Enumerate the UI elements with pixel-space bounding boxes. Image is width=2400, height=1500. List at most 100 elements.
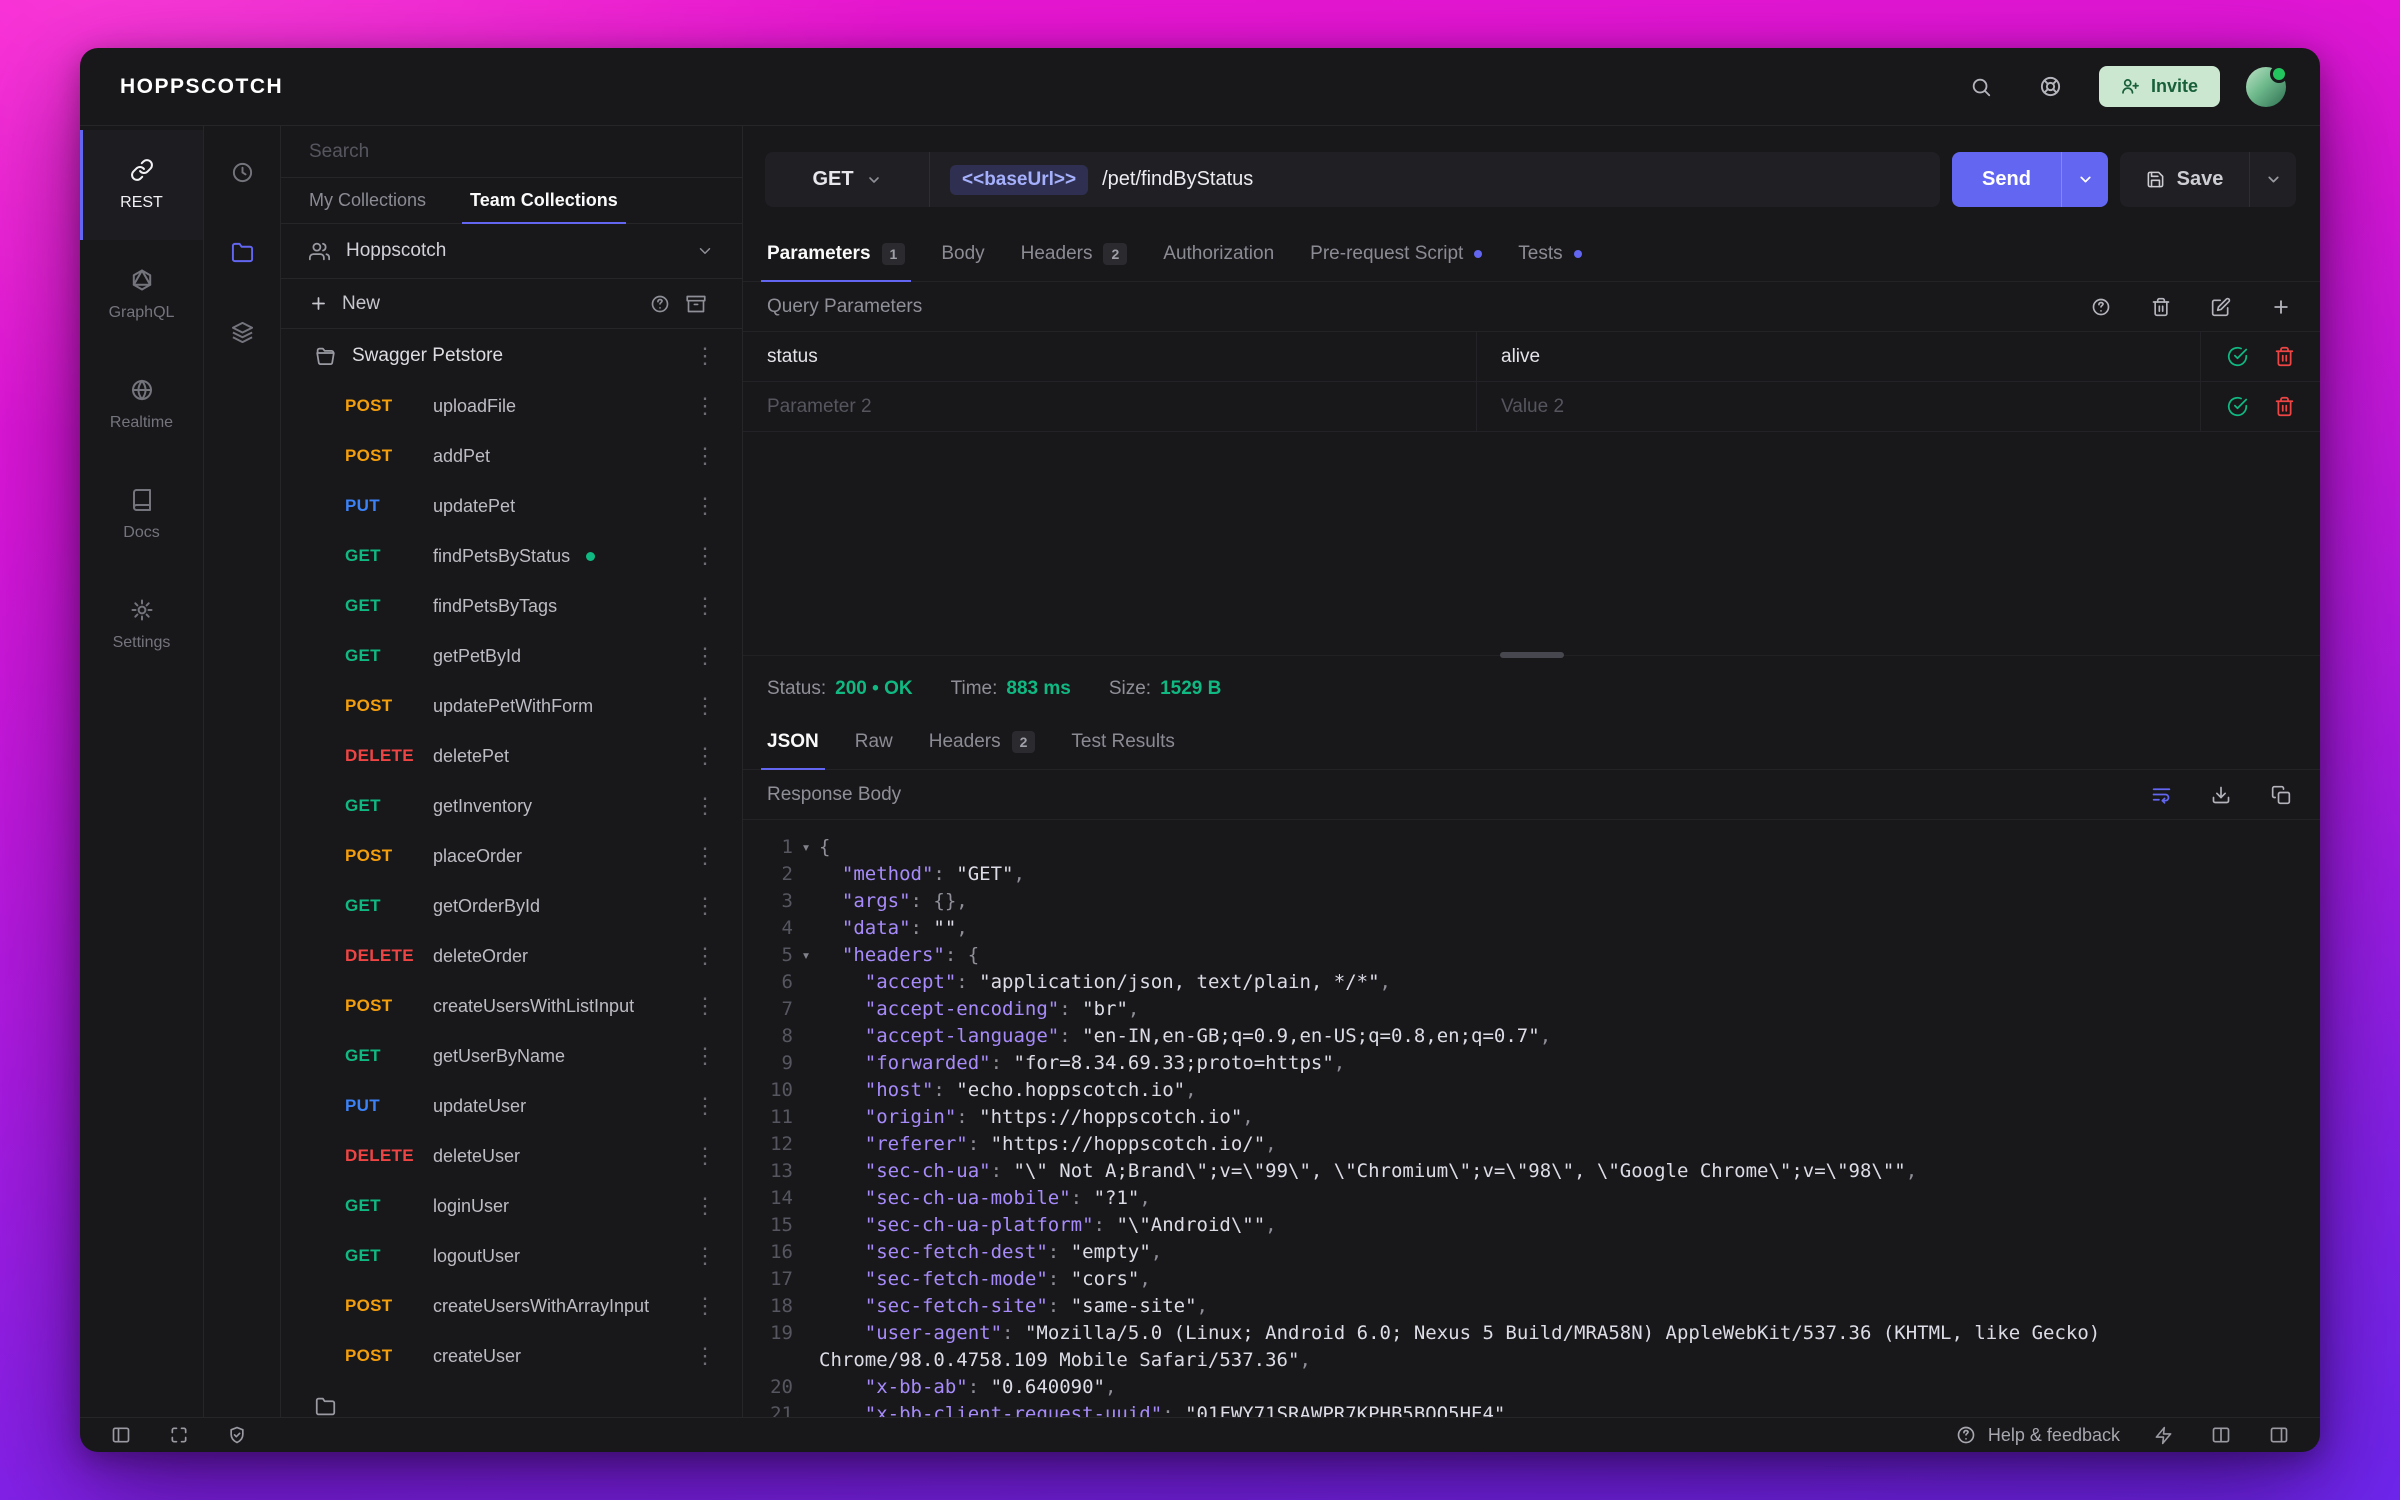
- url-input[interactable]: <<baseUrl>> /pet/findByStatus: [930, 152, 1940, 207]
- request-item[interactable]: GET getInventory ⋮: [281, 781, 742, 831]
- request-options-button[interactable]: ⋮: [688, 1241, 722, 1271]
- request-item[interactable]: PUT updateUser ⋮: [281, 1081, 742, 1131]
- params-bulk-edit-button[interactable]: [2206, 292, 2236, 322]
- import-export-button[interactable]: [678, 286, 714, 322]
- interceptor-button[interactable]: [222, 1420, 252, 1450]
- request-item[interactable]: POST updatePetWithForm ⋮: [281, 681, 742, 731]
- param-active-toggle-icon[interactable]: [2227, 346, 2248, 367]
- tab-my-collections[interactable]: My Collections: [287, 178, 448, 223]
- response-body-editor[interactable]: 1 ▾ { 2 "method": "GET", 3 "args": {}, 4…: [743, 820, 2320, 1417]
- shortcuts-button[interactable]: [2148, 1420, 2178, 1450]
- collections-help-button[interactable]: [642, 286, 678, 322]
- collections-search-input[interactable]: [309, 140, 714, 163]
- param-delete-icon[interactable]: [2274, 396, 2295, 417]
- params-clear-all-button[interactable]: [2146, 292, 2176, 322]
- param-key[interactable]: Parameter 2: [743, 382, 1477, 431]
- tab-team-collections[interactable]: Team Collections: [448, 178, 640, 224]
- tab[interactable]: Tests: [1500, 227, 1599, 281]
- avatar[interactable]: [2246, 64, 2288, 107]
- sidebar-item-settings[interactable]: Settings: [80, 570, 203, 680]
- toggle-right-panel-button[interactable]: [2264, 1420, 2294, 1450]
- history-rail-button[interactable]: [222, 152, 262, 192]
- sidebar-item-realtime[interactable]: Realtime: [80, 350, 203, 460]
- sidebar-item-graphql[interactable]: GraphQL: [80, 240, 203, 350]
- fold-arrow-icon[interactable]: ▾: [793, 834, 819, 861]
- request-options-button[interactable]: ⋮: [688, 1041, 722, 1071]
- base-url-chip[interactable]: <<baseUrl>>: [950, 164, 1089, 195]
- collections-rail-button[interactable]: [222, 232, 262, 272]
- team-selector[interactable]: Hoppscotch: [281, 224, 742, 279]
- request-options-button[interactable]: ⋮: [688, 541, 722, 571]
- request-item[interactable]: PUT updatePet ⋮: [281, 481, 742, 531]
- tab[interactable]: Parameters 1: [749, 227, 923, 282]
- request-options-button[interactable]: ⋮: [688, 741, 722, 771]
- request-options-button[interactable]: ⋮: [688, 591, 722, 621]
- param-active-toggle-icon[interactable]: [2227, 396, 2248, 417]
- request-options-button[interactable]: ⋮: [688, 841, 722, 871]
- layout-button[interactable]: [2206, 1420, 2236, 1450]
- request-item[interactable]: POST placeOrder ⋮: [281, 831, 742, 881]
- fold-arrow-icon[interactable]: ▾: [793, 942, 819, 969]
- request-options-button[interactable]: ⋮: [688, 1291, 722, 1321]
- param-delete-icon[interactable]: [2274, 346, 2295, 367]
- tab[interactable]: Authorization: [1145, 227, 1292, 281]
- method-select[interactable]: GET: [765, 152, 929, 207]
- environments-rail-button[interactable]: [222, 312, 262, 352]
- save-options-button[interactable]: [2250, 152, 2296, 207]
- request-item[interactable]: DELETE deleteOrder ⋮: [281, 931, 742, 981]
- tab[interactable]: JSON: [749, 715, 837, 770]
- sidebar-item-docs[interactable]: Docs: [80, 460, 203, 570]
- param-key[interactable]: status: [743, 332, 1477, 381]
- collection-options-button[interactable]: ⋮: [688, 341, 722, 371]
- expand-button[interactable]: [164, 1420, 194, 1450]
- support-button[interactable]: [2029, 65, 2073, 109]
- param-value[interactable]: Value 2: [1477, 382, 2200, 431]
- copy-response-button[interactable]: [2266, 780, 2296, 810]
- request-options-button[interactable]: ⋮: [688, 441, 722, 471]
- toggle-sidebar-button[interactable]: [106, 1420, 136, 1450]
- param-value[interactable]: alive: [1477, 332, 2200, 381]
- save-button[interactable]: Save: [2120, 152, 2249, 207]
- request-item[interactable]: POST uploadFile ⋮: [281, 381, 742, 431]
- request-options-button[interactable]: ⋮: [688, 1141, 722, 1171]
- request-options-button[interactable]: ⋮: [688, 991, 722, 1021]
- send-button[interactable]: Send: [1952, 152, 2061, 207]
- download-response-button[interactable]: [2206, 780, 2236, 810]
- request-options-button[interactable]: ⋮: [688, 641, 722, 671]
- new-collection-button[interactable]: New: [309, 293, 380, 315]
- tab[interactable]: Raw: [837, 715, 911, 769]
- request-item[interactable]: POST addPet ⋮: [281, 431, 742, 481]
- request-item[interactable]: GET loginUser ⋮: [281, 1181, 742, 1231]
- request-options-button[interactable]: ⋮: [688, 791, 722, 821]
- request-options-button[interactable]: ⋮: [688, 941, 722, 971]
- request-options-button[interactable]: ⋮: [688, 891, 722, 921]
- tab[interactable]: Pre-request Script: [1292, 227, 1500, 281]
- request-item[interactable]: GET getPetById ⋮: [281, 631, 742, 681]
- request-item[interactable]: GET getOrderById ⋮: [281, 881, 742, 931]
- request-item[interactable]: GET getUserByName ⋮: [281, 1031, 742, 1081]
- help-feedback-button[interactable]: Help & feedback: [1956, 1425, 2120, 1446]
- sidebar-item-rest[interactable]: REST: [80, 130, 203, 240]
- request-options-button[interactable]: ⋮: [688, 1341, 722, 1371]
- invite-button[interactable]: Invite: [2098, 66, 2220, 107]
- request-item[interactable]: GET findPetsByTags ⋮: [281, 581, 742, 631]
- wrap-lines-button[interactable]: [2146, 780, 2176, 810]
- request-item[interactable]: POST createUser ⋮: [281, 1331, 742, 1381]
- request-item[interactable]: POST createUsersWithListInput ⋮: [281, 981, 742, 1031]
- request-item[interactable]: GET findPetsByStatus ⋮: [281, 531, 742, 581]
- request-item[interactable]: DELETE deleteUser ⋮: [281, 1131, 742, 1181]
- request-item[interactable]: GET logoutUser ⋮: [281, 1231, 742, 1281]
- collection-folder[interactable]: Swagger Petstore ⋮: [281, 331, 742, 381]
- request-item[interactable]: DELETE deletePet ⋮: [281, 731, 742, 781]
- request-options-button[interactable]: ⋮: [688, 1091, 722, 1121]
- request-options-button[interactable]: ⋮: [688, 491, 722, 521]
- request-options-button[interactable]: ⋮: [688, 391, 722, 421]
- send-options-button[interactable]: [2062, 152, 2108, 207]
- tab[interactable]: Test Results: [1053, 715, 1192, 769]
- tab[interactable]: Body: [923, 227, 1002, 281]
- params-add-button[interactable]: [2266, 292, 2296, 322]
- pane-splitter[interactable]: [743, 647, 2320, 663]
- collections-tree[interactable]: Swagger Petstore ⋮ POST uploadFile ⋮ POS…: [281, 329, 742, 1417]
- request-options-button[interactable]: ⋮: [688, 691, 722, 721]
- request-item[interactable]: POST createUsersWithArrayInput ⋮: [281, 1281, 742, 1331]
